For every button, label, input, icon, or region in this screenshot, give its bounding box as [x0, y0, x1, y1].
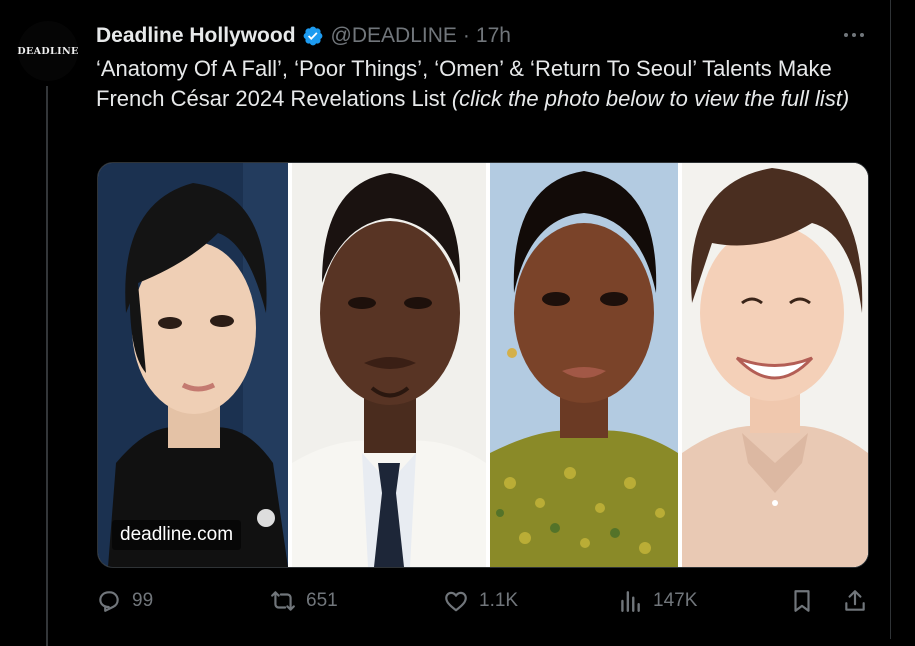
bookmark-icon [794, 590, 810, 612]
tweet-text: ‘Anatomy Of A Fall’, ‘Poor Things’, ‘Ome… [96, 54, 866, 113]
like-icon [445, 591, 467, 612]
reply-count: 99 [132, 590, 154, 611]
more-horizontal-icon[interactable] [838, 24, 870, 46]
thread-connector-line [46, 86, 48, 646]
repost-count: 651 [306, 590, 338, 611]
photo-panel-1: deadline.com [98, 163, 288, 567]
tweet-media-image[interactable]: deadline.com [97, 162, 869, 568]
post-timestamp[interactable]: 17h [476, 24, 511, 48]
tweet-actions-bar: 99 651 1.1K 147K [96, 585, 868, 617]
repost-icon [271, 591, 295, 611]
reply-icon [99, 591, 119, 612]
tweet-text-italic: (click the photo below to view the full … [451, 85, 850, 111]
avatar[interactable]: DEADLINE [17, 21, 79, 81]
share-button[interactable] [842, 585, 868, 617]
like-count: 1.1K [479, 590, 519, 611]
repost-button[interactable]: 651 [270, 585, 338, 617]
views-icon [621, 591, 640, 612]
verified-badge-icon[interactable] [302, 25, 324, 47]
views-button[interactable]: 147K [617, 585, 697, 617]
share-icon [845, 590, 865, 611]
photo-panel-2 [292, 163, 486, 567]
photo-panel-4 [682, 163, 868, 567]
author-handle[interactable]: @DEADLINE [331, 24, 457, 48]
tweet-header: Deadline Hollywood @DEADLINE · 17h [96, 22, 511, 50]
bookmark-button[interactable] [789, 585, 815, 617]
views-count: 147K [653, 590, 698, 611]
column-border [890, 0, 891, 639]
reply-button[interactable]: 99 [96, 585, 153, 617]
author-name[interactable]: Deadline Hollywood [96, 24, 296, 48]
media-watermark: deadline.com [112, 520, 242, 550]
like-button[interactable]: 1.1K [443, 585, 518, 617]
avatar-logo-text: DEADLINE [17, 45, 79, 57]
separator-dot: · [462, 24, 470, 47]
photo-panel-3 [490, 163, 678, 567]
